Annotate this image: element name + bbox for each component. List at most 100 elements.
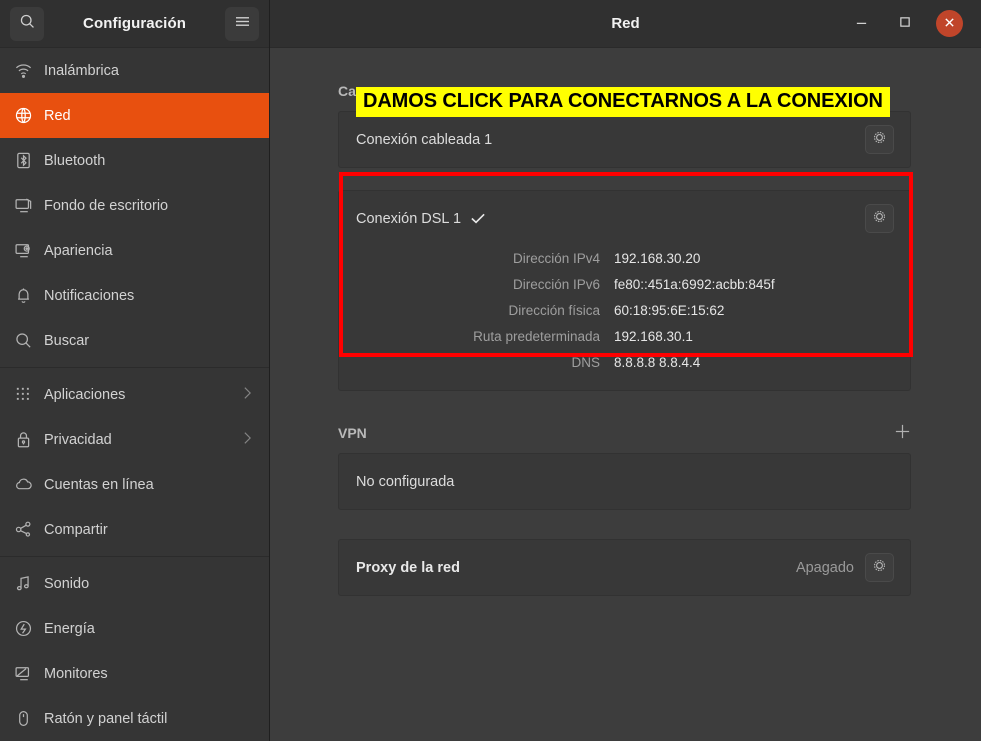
dsl-connection-row[interactable]: Conexión DSL 1 (339, 191, 910, 246)
minimize-button[interactable] (848, 11, 874, 37)
dsl-detail-row: Dirección física60:18:95:6E:15:62 (356, 298, 894, 322)
vpn-status-text: No configurada (356, 474, 454, 490)
sidebar-header: Configuración (0, 0, 269, 48)
sidebar-separator (0, 556, 269, 557)
close-icon (944, 15, 955, 33)
sidebar-item-label: Privacidad (42, 432, 242, 448)
sidebar-item-label: Notificaciones (42, 288, 253, 304)
add-vpn-button[interactable] (894, 423, 911, 443)
dsl-detail-key: Dirección IPv4 (356, 251, 614, 266)
network-content: Ca Conexión cableada 1 (270, 48, 981, 741)
sidebar-item-label: Red (42, 108, 253, 124)
mouse-icon (14, 709, 42, 728)
chevron-right-icon (242, 385, 253, 405)
dsl-detail-key: Dirección física (356, 303, 614, 318)
close-button[interactable] (936, 10, 963, 37)
dsl-detail-row: Ruta predeterminada192.168.30.1 (356, 324, 894, 348)
plus-icon (894, 427, 911, 443)
sidebar-item-label: Ratón y panel táctil (42, 711, 253, 727)
window-controls (848, 10, 971, 37)
cloud-icon (14, 475, 42, 494)
settings-window: Configuración Inalámbrica Red Bluetooth Fon… (0, 0, 981, 741)
dsl-settings-button[interactable] (865, 204, 894, 233)
dsl-detail-key: Dirección IPv6 (356, 277, 614, 292)
sidebar-item-label: Apariencia (42, 243, 253, 259)
window-titlebar: Red (270, 0, 981, 48)
proxy-row[interactable]: Proxy de la red Apagado (339, 540, 910, 595)
gear-icon (872, 209, 887, 229)
share-icon (14, 520, 42, 539)
proxy-settings-button[interactable] (865, 553, 894, 582)
dsl-detail-value: 60:18:95:6E:15:62 (614, 303, 724, 318)
dsl-detail-value: fe80::451a:6992:acbb:845f (614, 277, 775, 292)
wired-row-actions (865, 125, 894, 154)
proxy-title: Proxy de la red (356, 560, 460, 576)
search-button[interactable] (10, 7, 44, 41)
dsl-detail-key: Ruta predeterminada (356, 329, 614, 344)
sidebar-item-bluetooth[interactable]: Bluetooth (0, 138, 269, 183)
sidebar-item-cuentas-en-l-nea[interactable]: Cuentas en línea (0, 462, 269, 507)
sidebar-nav-list: Inalámbrica Red Bluetooth Fondo de escritor… (0, 48, 269, 741)
vpn-section-header: VPN (338, 420, 911, 446)
apps-grid-icon (14, 385, 42, 404)
sidebar-title: Configuración (44, 15, 225, 32)
wired-connection-name: Conexión cableada 1 (356, 132, 492, 148)
wifi-icon (14, 61, 42, 80)
spacer-wired-dsl (338, 168, 911, 190)
sidebar-item-label: Compartir (42, 522, 253, 538)
sidebar-separator (0, 367, 269, 368)
dsl-detail-value: 192.168.30.1 (614, 329, 693, 344)
sidebar-item-label: Bluetooth (42, 153, 253, 169)
minimize-icon (855, 15, 868, 33)
maximize-icon (899, 15, 911, 33)
sidebar-item-sonido[interactable]: Sonido (0, 561, 269, 606)
sidebar-item-monitores[interactable]: Monitores (0, 651, 269, 696)
search-icon (14, 331, 42, 350)
music-note-icon (14, 574, 42, 593)
dsl-connection-name: Conexión DSL 1 (356, 211, 461, 227)
sidebar-item-energ-a[interactable]: Energía (0, 606, 269, 651)
wired-settings-button[interactable] (865, 125, 894, 154)
vpn-card: No configurada (338, 453, 911, 510)
sidebar-item-fondo-de-escritorio[interactable]: Fondo de escritorio (0, 183, 269, 228)
wired-connection-row[interactable]: Conexión cableada 1 (339, 112, 910, 167)
dsl-detail-row: Dirección IPv6fe80::451a:6992:acbb:845f (356, 272, 894, 296)
sidebar-item-label: Inalámbrica (42, 63, 253, 79)
sidebar-item-notificaciones[interactable]: Notificaciones (0, 273, 269, 318)
search-icon (19, 13, 36, 35)
dsl-detail-row: DNS8.8.8.8 8.8.4.4 (356, 350, 894, 374)
sidebar-item-privacidad[interactable]: Privacidad (0, 417, 269, 462)
spacer-vpn-proxy (338, 510, 911, 539)
sidebar-item-label: Aplicaciones (42, 387, 242, 403)
sidebar-item-label: Sonido (42, 576, 253, 592)
dsl-connection-card: Conexión DSL 1 (338, 190, 911, 391)
sidebar-item-rat-n-y-panel-t-ctil[interactable]: Ratón y panel táctil (0, 696, 269, 741)
chevron-right-icon (242, 430, 253, 450)
maximize-button[interactable] (892, 11, 918, 37)
dsl-connection-details: Dirección IPv4192.168.30.20Dirección IPv… (339, 246, 910, 390)
sidebar-item-inal-mbrica[interactable]: Inalámbrica (0, 48, 269, 93)
sidebar-item-red[interactable]: Red (0, 93, 269, 138)
wired-connection-card: Conexión cableada 1 (338, 111, 911, 168)
sidebar-item-aplicaciones[interactable]: Aplicaciones (0, 372, 269, 417)
display-icon (14, 664, 42, 683)
gear-icon (872, 130, 887, 150)
hamburger-menu-icon (234, 15, 251, 33)
sidebar-item-label: Cuentas en línea (42, 477, 253, 493)
globe-icon (14, 106, 42, 125)
lock-icon (14, 430, 42, 449)
vpn-status-row[interactable]: No configurada (339, 454, 910, 509)
proxy-status: Apagado (796, 560, 854, 576)
dsl-detail-value: 192.168.30.20 (614, 251, 700, 266)
sidebar-item-label: Buscar (42, 333, 253, 349)
sidebar-item-apariencia[interactable]: Apariencia (0, 228, 269, 273)
proxy-card: Proxy de la red Apagado (338, 539, 911, 596)
wallpaper-icon (14, 196, 42, 215)
sidebar-item-buscar[interactable]: Buscar (0, 318, 269, 363)
dsl-detail-key: DNS (356, 355, 614, 370)
menu-button[interactable] (225, 7, 259, 41)
wired-section-label: Ca (338, 83, 356, 99)
check-icon (470, 212, 486, 225)
sidebar-item-compartir[interactable]: Compartir (0, 507, 269, 552)
spacer-dsl-vpn (338, 391, 911, 420)
